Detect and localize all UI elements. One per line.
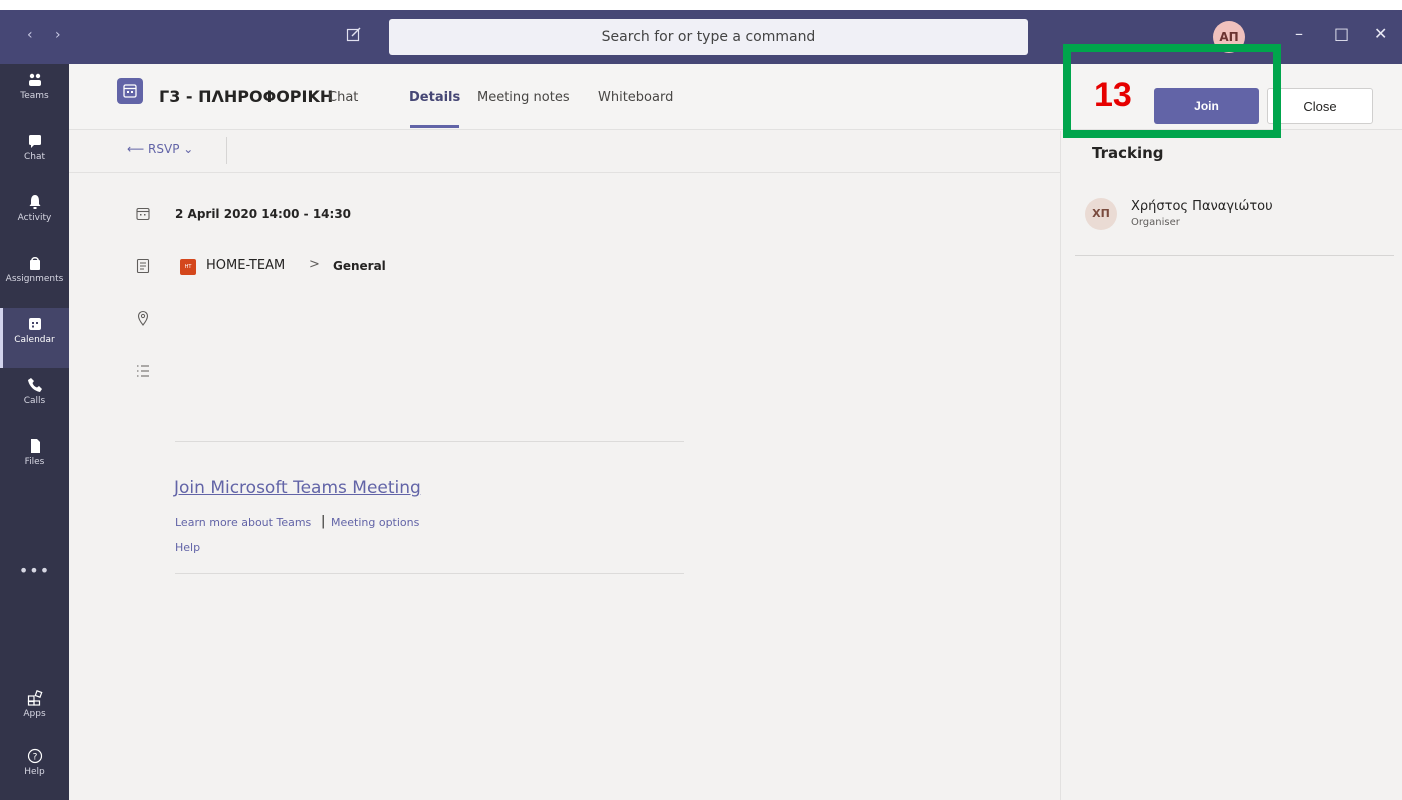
tab-whiteboard[interactable]: Whiteboard bbox=[598, 90, 673, 105]
location-pin-svg bbox=[137, 310, 149, 326]
rail-item-assignments[interactable]: Assignments bbox=[0, 247, 69, 307]
compose-icon[interactable] bbox=[346, 26, 362, 46]
channel-detail-icon bbox=[135, 258, 151, 274]
help-link[interactable]: Help bbox=[175, 541, 200, 554]
toolbar-bottom-line bbox=[69, 172, 1060, 173]
join-meeting-link[interactable]: Join Microsoft Teams Meeting bbox=[174, 478, 421, 498]
close-button[interactable]: Close bbox=[1267, 88, 1373, 124]
location-pin-icon bbox=[135, 310, 151, 326]
bell-icon bbox=[29, 195, 40, 209]
rail-item-apps[interactable]: Apps bbox=[0, 682, 69, 742]
tab-details[interactable]: Details bbox=[409, 90, 460, 105]
chat-icon bbox=[28, 135, 41, 148]
minimize-icon[interactable]: – bbox=[1295, 24, 1303, 43]
active-tab-indicator bbox=[410, 125, 459, 128]
tab-meeting-notes[interactable]: Meeting notes bbox=[477, 90, 570, 105]
step-number: 13 bbox=[1094, 76, 1132, 114]
rail-item-calls[interactable]: Calls bbox=[0, 369, 69, 429]
svg-text:?: ? bbox=[32, 753, 37, 763]
meeting-calendar-svg bbox=[123, 84, 137, 98]
rail-item-chat[interactable]: Chat bbox=[0, 125, 69, 185]
app-rail: Teams Chat Activity Assignments Calendar… bbox=[0, 64, 69, 800]
reply-arrow-icon: ⟵ bbox=[127, 142, 149, 156]
chevron-right-icon: > bbox=[309, 257, 320, 272]
rail-label: Calendar bbox=[14, 335, 55, 345]
rail-label: Assignments bbox=[5, 274, 64, 284]
rail-label: Chat bbox=[23, 152, 46, 162]
tab-chat[interactable]: Chat bbox=[328, 90, 358, 105]
chevron-down-icon: ⌄ bbox=[179, 142, 194, 156]
rail-label: Calls bbox=[23, 396, 46, 406]
attendee-name: Χρήστος Παναγιώτου bbox=[1131, 199, 1273, 214]
calendar-detail-icon bbox=[135, 206, 151, 222]
rail-item-teams[interactable]: Teams bbox=[0, 64, 69, 124]
teams-icon bbox=[28, 73, 41, 86]
agenda-list-icon bbox=[135, 363, 151, 379]
rail-label: Apps bbox=[23, 709, 46, 719]
calendar-detail-svg bbox=[136, 207, 150, 221]
calendar-icon bbox=[28, 318, 41, 330]
divider-bottom bbox=[175, 573, 684, 574]
meeting-date: 2 April 2020 14:00 - 14:30 bbox=[175, 207, 352, 221]
rail-label: Activity bbox=[17, 213, 52, 223]
rsvp-button[interactable]: ⟵ RSVP ⌄ bbox=[127, 142, 193, 156]
attendee-avatar: ΧΠ bbox=[1085, 198, 1117, 230]
more-apps-icon[interactable]: ••• bbox=[0, 561, 69, 580]
teams-window: ‹ › Search for or type a command ΑΠ – □ … bbox=[0, 10, 1402, 800]
tracking-title: Tracking bbox=[1092, 144, 1164, 162]
toolbar-divider bbox=[226, 137, 227, 164]
channel-detail-svg bbox=[136, 258, 150, 274]
tracking-panel bbox=[1060, 131, 1402, 800]
compose-icon-svg bbox=[346, 27, 361, 42]
attendee-role: Organiser bbox=[1131, 217, 1180, 228]
rail-label: Files bbox=[24, 457, 45, 467]
rail-label: Help bbox=[24, 767, 45, 777]
team-badge: HT bbox=[180, 259, 196, 275]
meeting-options-link[interactable]: Meeting options bbox=[331, 516, 419, 529]
back-arrow-icon[interactable]: ‹ bbox=[27, 27, 33, 43]
bag-icon bbox=[29, 257, 40, 270]
file-icon bbox=[30, 439, 40, 453]
channel-name[interactable]: General bbox=[333, 259, 386, 273]
team-name[interactable]: HOME-TEAM bbox=[206, 258, 285, 273]
rail-label: Teams bbox=[20, 91, 49, 101]
rail-item-activity[interactable]: Activity bbox=[0, 186, 69, 246]
learn-more-link[interactable]: Learn more about Teams bbox=[175, 516, 311, 529]
rsvp-label: RSVP bbox=[148, 142, 180, 156]
rail-item-help[interactable]: ? Help bbox=[0, 740, 69, 800]
meeting-calendar-icon bbox=[117, 78, 143, 104]
rail-item-calendar[interactable]: Calendar bbox=[0, 308, 69, 368]
page-title: Γ3 - ΠΛΗΡΟΦΟΡΙΚΗ bbox=[159, 87, 334, 106]
search-input[interactable]: Search for or type a command bbox=[389, 19, 1028, 55]
agenda-list-svg bbox=[137, 365, 149, 377]
maximize-icon[interactable]: □ bbox=[1334, 24, 1349, 43]
phone-icon bbox=[27, 378, 42, 392]
divider-top bbox=[175, 441, 684, 442]
link-separator: | bbox=[321, 514, 326, 529]
help-icon: ? bbox=[27, 748, 42, 764]
attendee-divider bbox=[1075, 255, 1394, 256]
apps-icon bbox=[27, 690, 42, 706]
forward-arrow-icon[interactable]: › bbox=[55, 27, 61, 43]
rail-item-files[interactable]: Files bbox=[0, 430, 69, 490]
close-window-icon[interactable]: ✕ bbox=[1374, 24, 1387, 43]
